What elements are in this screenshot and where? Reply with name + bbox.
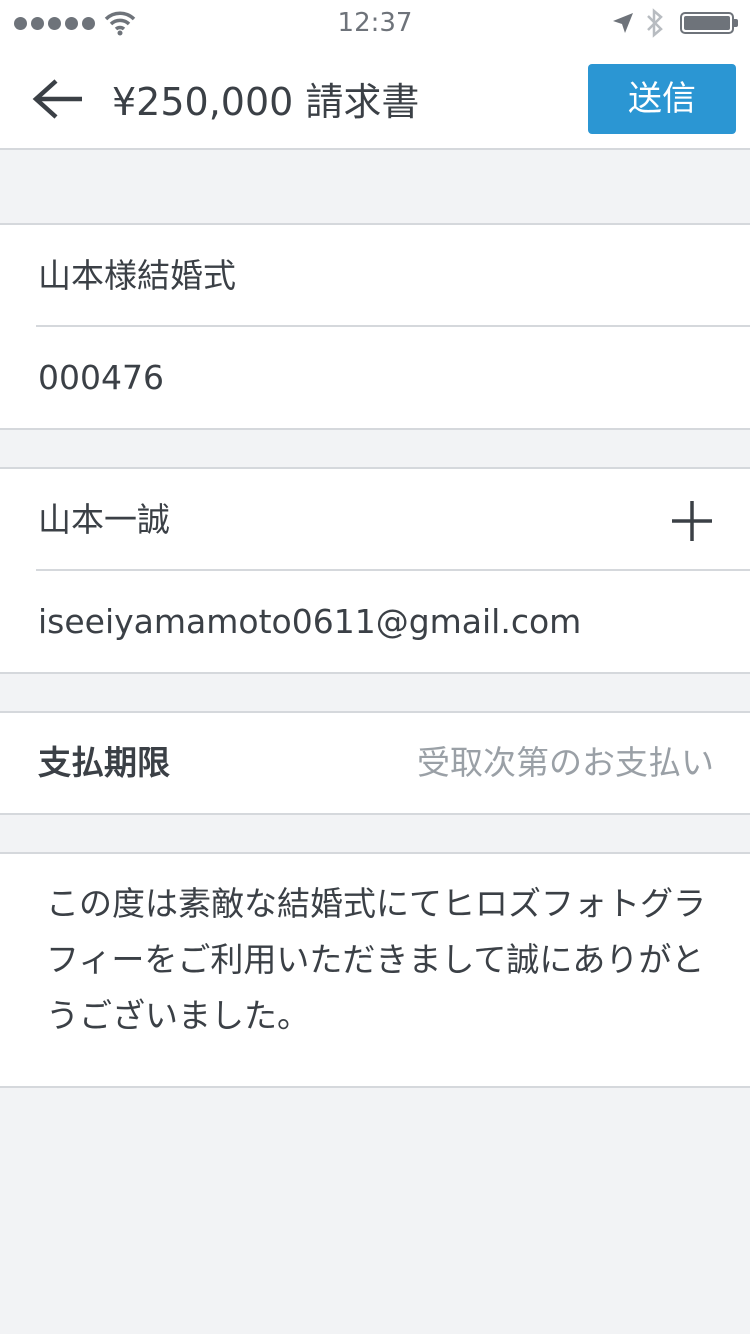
invoice-title-field[interactable]: 山本様結婚式 <box>38 225 236 327</box>
add-customer-plus-icon[interactable] <box>670 499 714 543</box>
invoice-number-field[interactable]: 000476 <box>38 327 164 429</box>
page-title: ¥250,000 請求書 <box>112 80 420 124</box>
message-section[interactable]: この度は素敵な結婚式にてヒロズフォトグラフィーをご利用いただきまして誠にありがと… <box>0 852 750 1088</box>
send-button[interactable]: 送信 <box>588 64 736 134</box>
customer-name-field[interactable]: 山本一誠 <box>38 469 170 571</box>
invoice-title-row[interactable]: 山本様結婚式 <box>0 225 750 327</box>
status-bar: 12:37 <box>0 0 750 48</box>
invoice-section: 山本様結婚式 000476 <box>0 223 750 430</box>
due-date-label: 支払期限 <box>38 743 170 782</box>
back-arrow-icon[interactable] <box>30 76 86 122</box>
customer-section: 山本一誠 iseeiyamamoto0611@gmail.com <box>0 467 750 674</box>
due-date-section[interactable]: 支払期限 受取次第のお支払い <box>0 711 750 815</box>
location-icon <box>613 13 633 33</box>
invoice-message-text[interactable]: この度は素敵な結婚式にてヒロズフォトグラフィーをご利用いただきまして誠にありがと… <box>46 876 706 1044</box>
bluetooth-icon <box>647 8 663 38</box>
customer-email-field[interactable]: iseeiyamamoto0611@gmail.com <box>38 571 581 673</box>
battery-icon <box>680 12 738 34</box>
nav-bar: ¥250,000 請求書 送信 <box>0 48 750 150</box>
invoice-number-row[interactable]: 000476 <box>0 325 750 429</box>
customer-email-row[interactable]: iseeiyamamoto0611@gmail.com <box>0 569 750 673</box>
status-time: 12:37 <box>337 8 413 38</box>
due-date-value[interactable]: 受取次第のお支払い <box>417 713 714 813</box>
customer-name-row[interactable]: 山本一誠 <box>0 469 750 571</box>
